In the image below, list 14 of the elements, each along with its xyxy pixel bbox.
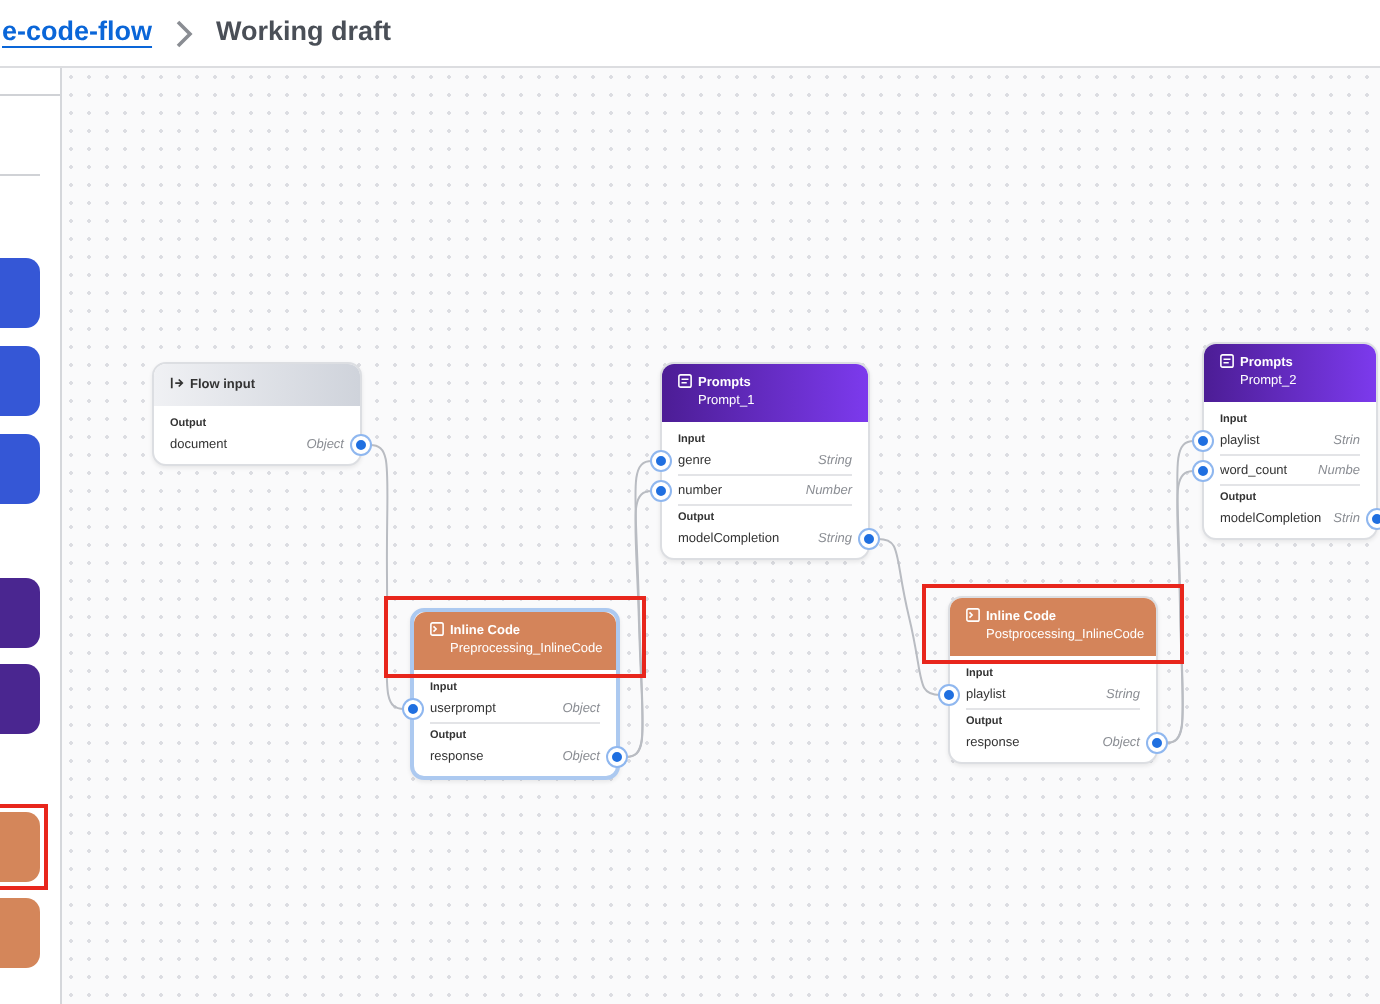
port-handle[interactable] — [608, 748, 626, 766]
port-handle[interactable] — [860, 530, 878, 548]
page-title: Working draft — [216, 14, 392, 51]
chevron-icon — [174, 19, 195, 47]
input-icon — [170, 376, 184, 390]
port-handle[interactable] — [352, 436, 370, 454]
port-handle[interactable] — [940, 686, 958, 704]
port-handle[interactable] — [404, 700, 422, 718]
terminal-icon — [430, 622, 444, 636]
port-handle[interactable] — [1148, 734, 1166, 752]
document-icon — [1220, 354, 1234, 368]
flow-link[interactable]: e-code-flow — [2, 12, 153, 54]
terminal-icon — [966, 608, 980, 622]
document-icon — [678, 374, 692, 388]
